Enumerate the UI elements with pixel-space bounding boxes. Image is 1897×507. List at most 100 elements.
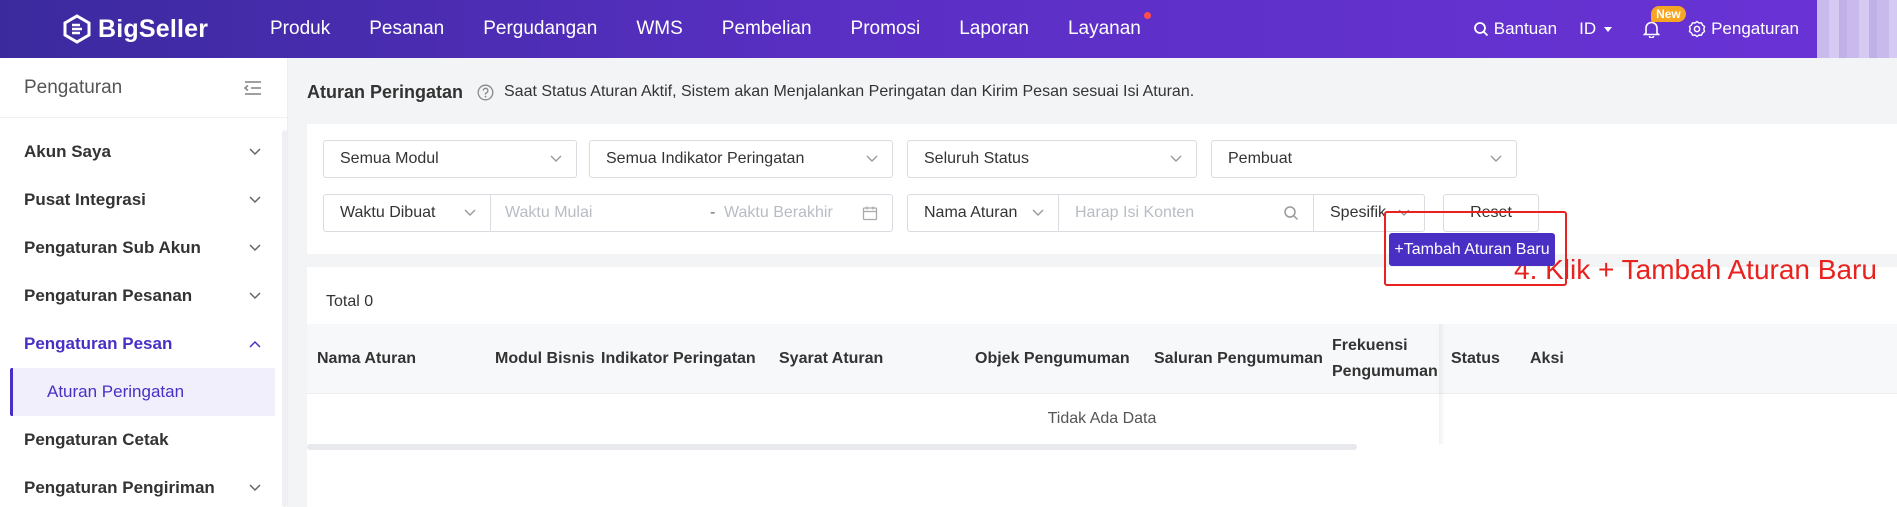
search-placeholder: Harap Isi Konten: [1075, 204, 1195, 221]
language-label: ID: [1579, 19, 1597, 38]
nav-item-pembelian[interactable]: Pembelian: [722, 18, 812, 40]
column-header-indikator: Indikator Peringatan: [601, 350, 756, 367]
search-input[interactable]: Harap Isi Konten: [1058, 194, 1314, 232]
avatar[interactable]: [1817, 0, 1897, 58]
sidebar-subitem-aturan-peringatan[interactable]: Aturan Peringatan: [10, 368, 275, 416]
sidebar-item-label: Pengaturan Sub Akun: [24, 238, 201, 257]
help-link[interactable]: Bantuan: [1473, 19, 1557, 39]
calendar-icon: [862, 206, 878, 221]
sidebar-item-label: Pengaturan Pesanan: [24, 286, 193, 305]
sidebar-header: Pengaturan: [0, 58, 287, 118]
chevron-down-icon: [249, 292, 261, 300]
main-content: Aturan Peringatan Saat Status Aturan Akt…: [289, 58, 1897, 507]
total-count: Total 0: [326, 293, 374, 310]
column-header-modul-bisnis: Modul Bisnis: [495, 350, 595, 367]
notification-button[interactable]: New: [1643, 6, 1686, 38]
creator-select[interactable]: Pembuat: [1211, 140, 1517, 178]
chevron-up-icon: [249, 340, 261, 348]
sidebar-scrollbar[interactable]: [282, 130, 287, 507]
header-tools: Bantuan ID New Pengaturan: [1473, 0, 1897, 58]
chevron-down-icon: [1490, 155, 1502, 162]
language-select[interactable]: ID: [1579, 19, 1615, 39]
search-field-select[interactable]: Nama Aturan: [907, 194, 1059, 232]
main-nav: Produk Pesanan Pergudangan WMS Pembelian…: [270, 0, 1180, 58]
nav-item-layanan[interactable]: Layanan: [1067, 12, 1151, 40]
status-select[interactable]: Seluruh Status: [907, 140, 1197, 178]
question-circle-icon[interactable]: [477, 84, 494, 101]
indicator-select[interactable]: Semua Indikator Peringatan: [589, 140, 893, 178]
nav-item-laporan[interactable]: Laporan: [959, 18, 1029, 40]
sidebar-item-akun-saya[interactable]: Akun Saya: [0, 128, 287, 176]
nav-item-layanan-label: Layanan: [1067, 18, 1141, 39]
gear-icon: [1688, 20, 1706, 38]
collapse-menu-icon[interactable]: [243, 80, 263, 96]
sidebar-item-label: Akun Saya: [24, 142, 111, 161]
chevron-down-icon: [249, 148, 261, 156]
logo[interactable]: BigSeller: [62, 14, 208, 44]
match-mode-value: Spesifik: [1330, 204, 1387, 221]
module-select-value: Semua Modul: [340, 150, 439, 167]
chevron-down-icon: [249, 196, 261, 204]
chevron-down-icon: [866, 155, 878, 162]
chevron-down-icon: [464, 209, 476, 216]
chevron-down-icon: [1032, 209, 1044, 216]
search-icon: [1473, 22, 1488, 37]
indicator-select-value: Semua Indikator Peringatan: [606, 150, 805, 167]
sidebar-subitem-label: Aturan Peringatan: [47, 382, 185, 401]
help-label: Bantuan: [1493, 19, 1558, 38]
add-rule-button[interactable]: +Tambah Aturan Baru: [1389, 233, 1555, 266]
column-header-syarat: Syarat Aturan: [779, 350, 884, 367]
sidebar-item-pengaturan-pesanan[interactable]: Pengaturan Pesanan: [0, 272, 287, 320]
nav-item-pergudangan[interactable]: Pergudangan: [483, 18, 597, 40]
page-description: Saat Status Aturan Aktif, Sistem akan Me…: [504, 83, 1195, 100]
date-range-picker[interactable]: Waktu Mulai - Waktu Berakhir: [490, 194, 893, 232]
sidebar-item-pengaturan-pengiriman[interactable]: Pengaturan Pengiriman: [0, 464, 287, 507]
nav-item-produk[interactable]: Produk: [270, 18, 330, 40]
table-header: Nama Aturan Modul Bisnis Indikator Perin…: [307, 324, 1897, 394]
filter-panel: Semua Modul Semua Indikator Peringatan S…: [307, 124, 1897, 254]
column-header-objek: Objek Pengumuman: [975, 350, 1130, 367]
sidebar-item-pengaturan-pesan[interactable]: Pengaturan Pesan: [0, 320, 287, 368]
sidebar-item-pusat-integrasi[interactable]: Pusat Integrasi: [0, 176, 287, 224]
new-badge: New: [1651, 6, 1686, 22]
status-select-value: Seluruh Status: [924, 150, 1029, 167]
caret-down-icon: [1604, 27, 1613, 32]
app-name: BigSeller: [98, 14, 209, 43]
chevron-down-icon: [249, 244, 261, 252]
search-icon[interactable]: [1283, 205, 1299, 221]
sidebar-item-pengaturan-cetak[interactable]: Pengaturan Cetak: [0, 416, 287, 464]
column-header-aksi: Aksi: [1530, 350, 1564, 367]
page-title: Aturan Peringatan: [307, 82, 464, 102]
bigseller-logo-icon: [63, 14, 91, 44]
nav-item-wms[interactable]: WMS: [636, 18, 682, 40]
horizontal-scrollbar[interactable]: [307, 444, 1357, 450]
bell-icon: [1643, 21, 1661, 38]
tutorial-annotation: 4. Klik + Tambah Aturan Baru: [1514, 254, 1877, 285]
notification-dot: [1143, 12, 1151, 19]
sidebar-item-label: Pengaturan Cetak: [24, 430, 169, 449]
sidebar-item-label: Pusat Integrasi: [24, 190, 146, 209]
sidebar-title: Pengaturan: [24, 76, 123, 98]
time-type-select[interactable]: Waktu Dibuat: [323, 194, 491, 232]
chevron-down-icon: [249, 484, 261, 492]
settings-link[interactable]: Pengaturan: [1688, 19, 1799, 39]
rules-list-panel: Total 0 4. Klik + Tambah Aturan Baru Nam…: [307, 254, 1897, 507]
module-select[interactable]: Semua Modul: [323, 140, 577, 178]
settings-label: Pengaturan: [1711, 19, 1799, 38]
empty-state: Tidak Ada Data: [307, 394, 1897, 444]
sidebar-item-sub-akun[interactable]: Pengaturan Sub Akun: [0, 224, 287, 272]
start-date-input[interactable]: Waktu Mulai: [505, 204, 710, 222]
sidebar-item-label: Pengaturan Pesan: [24, 334, 173, 353]
chevron-down-icon: [1170, 155, 1182, 162]
chevron-down-icon: [550, 155, 562, 162]
range-separator: -: [710, 204, 716, 221]
nav-item-promosi[interactable]: Promosi: [851, 18, 921, 40]
column-header-nama-aturan: Nama Aturan: [317, 350, 416, 367]
end-date-input[interactable]: Waktu Berakhir: [724, 204, 862, 222]
sidebar: Pengaturan Akun Saya Pusat Integrasi Pen…: [0, 58, 288, 507]
nav-item-pesanan[interactable]: Pesanan: [369, 18, 444, 40]
creator-select-value: Pembuat: [1228, 150, 1293, 167]
sidebar-item-label: Pengaturan Pengiriman: [24, 478, 215, 497]
empty-text: Tidak Ada Data: [1047, 410, 1157, 427]
column-header-saluran: Saluran Pengumuman: [1154, 350, 1323, 367]
